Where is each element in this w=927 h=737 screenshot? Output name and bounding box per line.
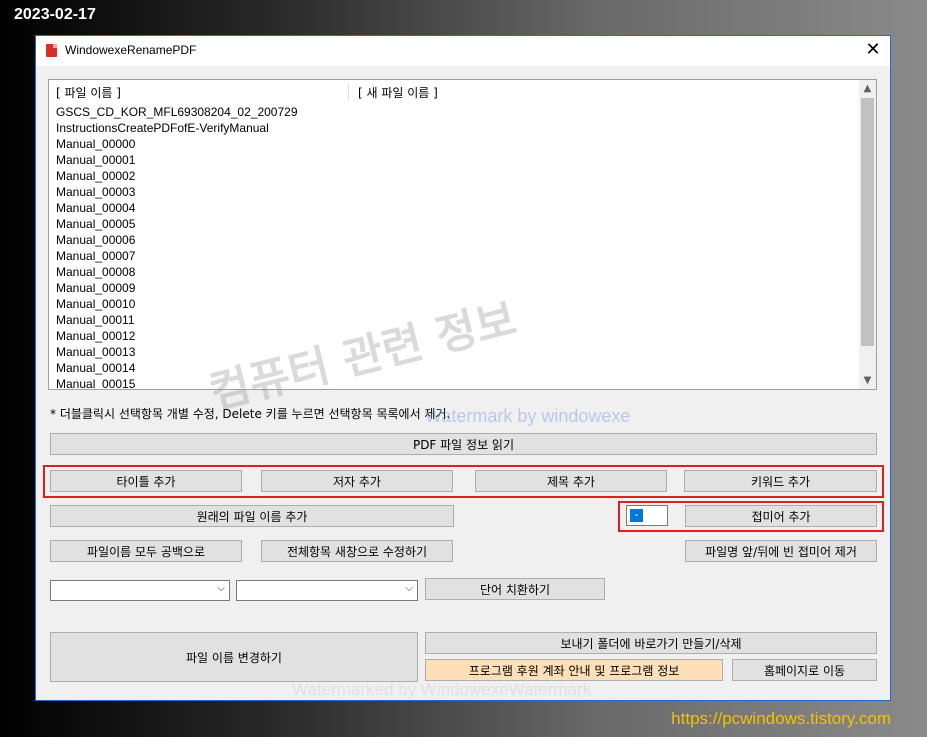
go-homepage-button[interactable]: 홈페이지로 이동 xyxy=(732,659,877,681)
list-item[interactable]: Manual_00009 xyxy=(56,280,836,296)
list-item[interactable]: Manual_00014 xyxy=(56,360,836,376)
chevron-down-icon[interactable]: ⌵ xyxy=(217,583,225,594)
replace-word-combo[interactable]: ⌵ xyxy=(236,580,418,601)
read-pdf-info-button[interactable]: PDF 파일 정보 읽기 xyxy=(50,433,877,455)
list-item[interactable]: Manual_00003 xyxy=(56,184,836,200)
list-item[interactable]: Manual_00013 xyxy=(56,344,836,360)
remove-blank-suffix-button[interactable]: 파일명 앞/뒤에 빈 접미어 제거 xyxy=(685,540,877,562)
add-keyword-button[interactable]: 키워드 추가 xyxy=(684,470,877,492)
list-item[interactable]: Manual_00006 xyxy=(56,232,836,248)
find-word-combo[interactable]: ⌵ xyxy=(50,580,230,601)
list-item[interactable]: Manual_00008 xyxy=(56,264,836,280)
site-url[interactable]: https://pcwindows.tistory.com xyxy=(671,709,891,729)
list-item[interactable]: Manual_00002 xyxy=(56,168,836,184)
list-item[interactable]: Manual_00004 xyxy=(56,200,836,216)
rename-files-button[interactable]: 파일 이름 변경하기 xyxy=(50,632,418,682)
list-item[interactable]: Manual_00007 xyxy=(56,248,836,264)
all-spaces-button[interactable]: 파일이름 모두 공백으로 xyxy=(50,540,242,562)
add-suffix-button[interactable]: 접미어 추가 xyxy=(685,505,877,527)
list-scrollbar[interactable]: ▲ ▼ xyxy=(859,80,876,389)
add-subject-button[interactable]: 제목 추가 xyxy=(475,470,667,492)
scroll-down-arrow-icon[interactable]: ▼ xyxy=(859,372,876,389)
list-item[interactable]: GSCS_CD_KOR_MFL69308204_02_200729 xyxy=(56,104,836,120)
send-to-shortcut-button[interactable]: 보내기 폴더에 바로가기 만들기/삭제 xyxy=(425,632,877,654)
list-item[interactable]: Manual_00015 xyxy=(56,376,836,389)
list-item[interactable]: InstructionsCreatePDFofE-VerifyManual xyxy=(56,120,836,136)
column-header-new[interactable]: [ 새 파일 이름 ] xyxy=(358,84,438,101)
list-item[interactable]: Manual_00005 xyxy=(56,216,836,232)
list-rows: GSCS_CD_KOR_MFL69308204_02_200729 Instruc… xyxy=(56,104,836,389)
replace-word-button[interactable]: 단어 치환하기 xyxy=(425,578,605,600)
list-item[interactable]: Manual_00001 xyxy=(56,152,836,168)
edit-all-new-window-button[interactable]: 전체항목 새창으로 수정하기 xyxy=(261,540,453,562)
add-original-name-button[interactable]: 원래의 파일 이름 추가 xyxy=(50,505,454,527)
column-divider[interactable] xyxy=(348,84,349,100)
title-bar: WindowexeRenamePDF ✕ xyxy=(36,36,890,66)
app-window: WindowexeRenamePDF ✕ [ 파일 이름 ] [ 새 파일 이름… xyxy=(35,35,891,701)
add-author-button[interactable]: 저자 추가 xyxy=(261,470,453,492)
column-header-original[interactable]: [ 파일 이름 ] xyxy=(56,84,121,101)
list-item[interactable]: Manual_00012 xyxy=(56,328,836,344)
scroll-up-arrow-icon[interactable]: ▲ xyxy=(859,80,876,97)
add-title-button[interactable]: 타이틀 추가 xyxy=(50,470,242,492)
list-item[interactable]: Manual_00010 xyxy=(56,296,836,312)
usage-hint: * 더블클릭시 선택항목 개별 수정, Delete 키를 누르면 선택항목 목… xyxy=(50,407,451,421)
suffix-input[interactable]: - xyxy=(626,505,668,526)
list-header: [ 파일 이름 ] [ 새 파일 이름 ] xyxy=(56,84,846,100)
list-item[interactable]: Manual_00011 xyxy=(56,312,836,328)
scroll-thumb[interactable] xyxy=(861,98,874,346)
window-title: WindowexeRenamePDF xyxy=(65,43,197,57)
pdf-app-icon xyxy=(46,44,57,57)
date-label: 2023-02-17 xyxy=(14,6,96,23)
suffix-value: - xyxy=(630,509,643,522)
list-item[interactable]: Manual_00000 xyxy=(56,136,836,152)
sponsor-info-button[interactable]: 프로그램 후원 계좌 안내 및 프로그램 정보 xyxy=(425,659,723,681)
file-list[interactable]: [ 파일 이름 ] [ 새 파일 이름 ] GSCS_CD_KOR_MFL693… xyxy=(48,79,877,390)
close-icon[interactable]: ✕ xyxy=(862,39,884,61)
chevron-down-icon[interactable]: ⌵ xyxy=(405,583,413,594)
